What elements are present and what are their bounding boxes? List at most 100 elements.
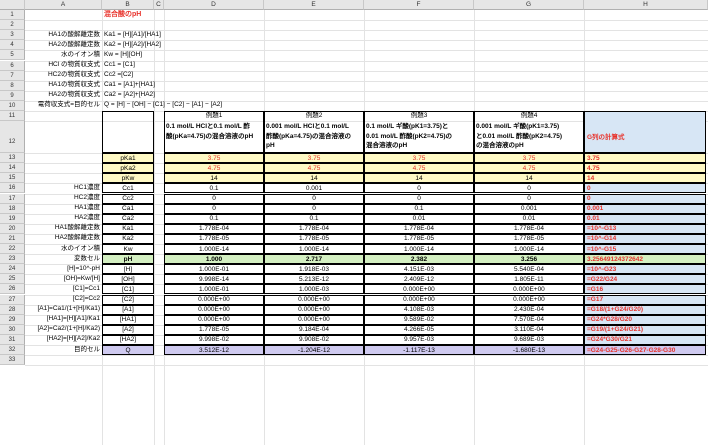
value-cell[interactable]: 14 — [474, 173, 584, 184]
formula-cell[interactable]: =G17 — [584, 294, 706, 305]
value-cell[interactable]: 1.778E-05 — [364, 233, 474, 244]
value-cell[interactable]: -1.117E-13 — [364, 345, 474, 356]
row-header-23[interactable]: 23 — [0, 254, 25, 265]
value-cell[interactable]: 3.75 — [164, 153, 264, 164]
formula-cell[interactable]: =G19/(1+G24/G21) — [584, 324, 706, 335]
row-header-3[interactable]: 3 — [0, 30, 25, 41]
value-cell[interactable]: 3.512E-12 — [164, 345, 264, 356]
value-cell[interactable]: 0.000E+00 — [474, 294, 584, 305]
value-cell[interactable]: 4.108E-03 — [364, 304, 474, 315]
value-cell[interactable]: 1.918E-03 — [264, 264, 364, 275]
value-cell[interactable]: 0.1 — [364, 203, 474, 214]
row-header-31[interactable]: 31 — [0, 334, 25, 345]
value-cell[interactable]: 0.000E+00 — [264, 314, 364, 325]
value-cell[interactable]: 1.000E-01 — [164, 284, 264, 295]
formula-cell[interactable]: 3.75 — [584, 153, 706, 164]
value-cell[interactable]: 3.75 — [474, 153, 584, 164]
column-header-d[interactable]: D — [164, 0, 264, 10]
value-cell[interactable]: 1.000 — [164, 254, 264, 265]
row-header-27[interactable]: 27 — [0, 294, 25, 305]
row-header-22[interactable]: 22 — [0, 244, 25, 255]
value-cell[interactable]: 4.266E-05 — [364, 324, 474, 335]
value-cell[interactable]: 3.110E-04 — [474, 324, 584, 335]
value-cell[interactable]: 2.382 — [364, 254, 474, 265]
row-header-8[interactable]: 8 — [0, 80, 25, 91]
row-header-4[interactable]: 4 — [0, 40, 25, 51]
value-cell[interactable]: 0.000E+00 — [364, 284, 474, 295]
value-cell[interactable]: 0.001 — [474, 203, 584, 214]
value-cell[interactable]: 0.1 — [264, 213, 364, 224]
value-cell[interactable]: 1.778E-05 — [164, 324, 264, 335]
row-header-15[interactable]: 15 — [0, 173, 25, 184]
formula-cell[interactable]: =10^-G14 — [584, 233, 706, 244]
row-header-17[interactable]: 17 — [0, 193, 25, 204]
row-header-9[interactable]: 9 — [0, 90, 25, 101]
value-cell[interactable]: 1.000E-01 — [164, 264, 264, 275]
value-cell[interactable]: 9.908E-02 — [264, 334, 364, 345]
row-header-25[interactable]: 25 — [0, 274, 25, 285]
value-cell[interactable]: 1.778E-05 — [164, 233, 264, 244]
value-cell[interactable]: 0 — [474, 193, 584, 204]
row-header-16[interactable]: 16 — [0, 183, 25, 194]
value-cell[interactable]: 0.000E+00 — [164, 304, 264, 315]
value-cell[interactable]: 0.000E+00 — [264, 294, 364, 305]
value-cell[interactable]: 0 — [364, 193, 474, 204]
value-cell[interactable]: 0.01 — [474, 213, 584, 224]
row-header-21[interactable]: 21 — [0, 233, 25, 244]
formula-cell[interactable]: =G24*G30/G21 — [584, 334, 706, 345]
value-cell[interactable]: 5.540E-04 — [474, 264, 584, 275]
value-cell[interactable]: 2.717 — [264, 254, 364, 265]
row-header-5[interactable]: 5 — [0, 50, 25, 61]
formula-cell[interactable]: 0.01 — [584, 213, 706, 224]
column-header-a[interactable]: A — [25, 0, 102, 10]
formula-cell[interactable]: =G22/G24 — [584, 274, 706, 285]
row-header-29[interactable]: 29 — [0, 314, 25, 325]
value-cell[interactable]: 2.409E-12 — [364, 274, 474, 285]
value-cell[interactable]: 9.589E-02 — [364, 314, 474, 325]
row-header-1[interactable]: 1 — [0, 10, 25, 21]
value-cell[interactable]: 0.1 — [164, 183, 264, 194]
value-cell[interactable]: 1.000E-03 — [264, 284, 364, 295]
row-header-19[interactable]: 19 — [0, 213, 25, 224]
value-cell[interactable]: 0.000E+00 — [364, 294, 474, 305]
row-header-2[interactable]: 2 — [0, 20, 25, 31]
value-cell[interactable]: 1.000E-14 — [264, 244, 364, 255]
formula-cell[interactable]: =10^-G13 — [584, 223, 706, 234]
row-header-30[interactable]: 30 — [0, 324, 25, 335]
value-cell[interactable]: -1.204E-12 — [264, 345, 364, 356]
row-header-33[interactable]: 33 — [0, 355, 25, 366]
row-header-10[interactable]: 10 — [0, 100, 25, 111]
value-cell[interactable]: 0 — [364, 183, 474, 194]
formula-cell[interactable]: 3.25649124372642 — [584, 254, 706, 265]
value-cell[interactable]: 5.213E-12 — [264, 274, 364, 285]
value-cell[interactable]: 4.75 — [164, 163, 264, 174]
row-header-26[interactable]: 26 — [0, 284, 25, 295]
formula-cell[interactable]: =10^-G15 — [584, 244, 706, 255]
value-cell[interactable]: 1.778E-05 — [474, 233, 584, 244]
select-all-corner[interactable] — [0, 0, 25, 10]
formula-cell[interactable]: 14 — [584, 173, 706, 184]
column-header-h[interactable]: H — [584, 0, 708, 10]
formula-cell[interactable]: 0 — [584, 193, 706, 204]
value-cell[interactable]: 3.75 — [364, 153, 474, 164]
value-cell[interactable]: 4.75 — [474, 163, 584, 174]
row-header-12[interactable]: 12 — [0, 121, 25, 154]
column-header-e[interactable]: E — [264, 0, 364, 10]
column-header-c[interactable]: C — [154, 0, 164, 10]
row-header-32[interactable]: 32 — [0, 345, 25, 356]
value-cell[interactable]: 14 — [164, 173, 264, 184]
value-cell[interactable]: 4.75 — [264, 163, 364, 174]
value-cell[interactable]: 1.778E-05 — [264, 233, 364, 244]
formula-cell[interactable]: =G24*G28/G20 — [584, 314, 706, 325]
formula-cell[interactable]: 0.001 — [584, 203, 706, 214]
row-header-7[interactable]: 7 — [0, 70, 25, 81]
formula-cell[interactable]: =10^-G23 — [584, 264, 706, 275]
value-cell[interactable]: 9.998E-02 — [164, 334, 264, 345]
value-cell[interactable]: 14 — [264, 173, 364, 184]
formula-cell[interactable]: =G24-G25-G26-G27-G28-G30 — [584, 345, 706, 356]
value-cell[interactable]: 0.000E+00 — [164, 314, 264, 325]
value-cell[interactable]: 9.957E-03 — [364, 334, 474, 345]
value-cell[interactable]: 0.001 — [264, 183, 364, 194]
value-cell[interactable]: 0 — [264, 203, 364, 214]
column-header-g[interactable]: G — [474, 0, 584, 10]
